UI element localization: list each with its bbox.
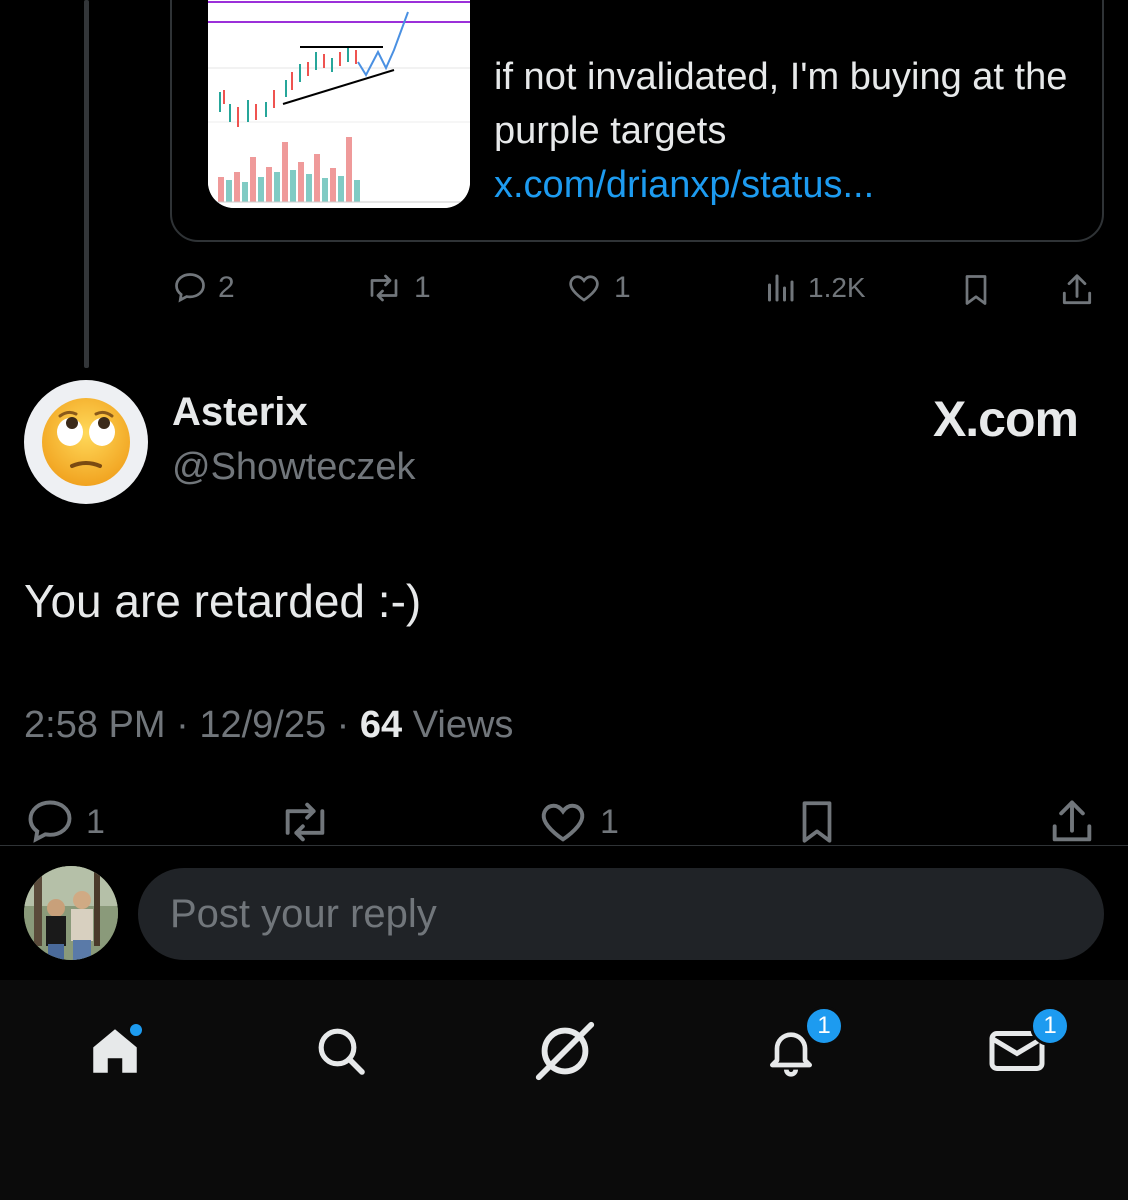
home-unread-dot [128,1022,144,1038]
nav-notifications[interactable]: 1 [756,1006,844,1086]
author-handle[interactable]: @Showteczek [172,446,415,489]
brand-label: X.com [932,391,1079,447]
chart-thumbnail[interactable] [208,0,470,208]
bottom-nav: 1 1 [0,980,1128,1200]
reply-icon [175,273,205,303]
views-icon [768,274,794,302]
reply-placeholder: Post your reply [170,891,437,936]
like-button[interactable]: 1 [564,270,631,306]
quoted-post-text: if not invalidated, I'm buying at the pu… [494,50,1094,212]
quoted-post-link[interactable]: x.com/drianxp/status... [494,164,874,206]
views-count: 1.2K [808,272,866,303]
bookmark-icon [965,275,987,305]
nav-messages[interactable]: 1 [982,1006,1070,1086]
like-count: 1 [600,802,619,841]
eye-roll-emoji-icon [42,398,130,486]
post-views-count: 64 [359,704,403,746]
repost-icon [285,802,325,842]
messages-badge: 1 [1030,1006,1070,1046]
like-count: 1 [614,271,631,304]
bookmark-button[interactable] [792,794,842,850]
post-views-label: Views [412,704,514,746]
like-button[interactable]: 1 [536,796,619,848]
my-avatar[interactable] [24,866,118,960]
share-button[interactable] [1046,794,1098,850]
post-text: You are retarded :-) [24,575,422,627]
post-action-bar: 1 1 [0,790,1128,850]
repost-icon [370,274,398,302]
parent-post-action-bar: 2 1 1 1.2K [0,262,1128,318]
notifications-badge: 1 [804,1006,844,1046]
post-time[interactable]: 2:58 PM [24,704,166,746]
search-icon [318,1028,365,1075]
repost-count: 1 [414,271,431,304]
author-avatar[interactable] [24,380,148,504]
meta-separator: · [176,704,200,746]
quoted-post-card[interactable]: if not invalidated, I'm buying at the pu… [170,0,1104,242]
author-name[interactable]: Asterix [172,390,308,435]
repost-button[interactable] [276,796,334,848]
heart-icon [569,275,599,302]
share-icon [1062,274,1092,305]
divider [0,845,1128,846]
share-button[interactable] [1058,270,1096,310]
bookmark-button[interactable] [958,270,994,310]
repost-button[interactable]: 1 [364,270,431,306]
nav-search[interactable] [306,1016,376,1086]
reply-button[interactable]: 2 [172,270,235,306]
reply-button[interactable]: 1 [24,796,105,848]
reply-count: 2 [218,271,235,304]
heart-icon [541,803,585,842]
post-meta: 2:58 PM · 12/9/25 · 64 Views [24,704,513,747]
reply-icon [28,800,72,843]
quoted-post-body: if not invalidated, I'm buying at the pu… [494,56,1068,152]
bookmark-icon [802,801,832,843]
post-date[interactable]: 12/9/25 [199,704,326,746]
meta-separator: · [336,704,360,746]
nav-grok[interactable] [530,1016,600,1086]
nav-home[interactable] [80,1016,150,1086]
share-icon [1052,800,1092,842]
grok-icon [535,1021,595,1081]
reply-input[interactable]: Post your reply [138,868,1104,960]
reply-count: 1 [86,802,105,841]
views-button[interactable]: 1.2K [762,270,866,306]
profile-photo [24,866,118,960]
